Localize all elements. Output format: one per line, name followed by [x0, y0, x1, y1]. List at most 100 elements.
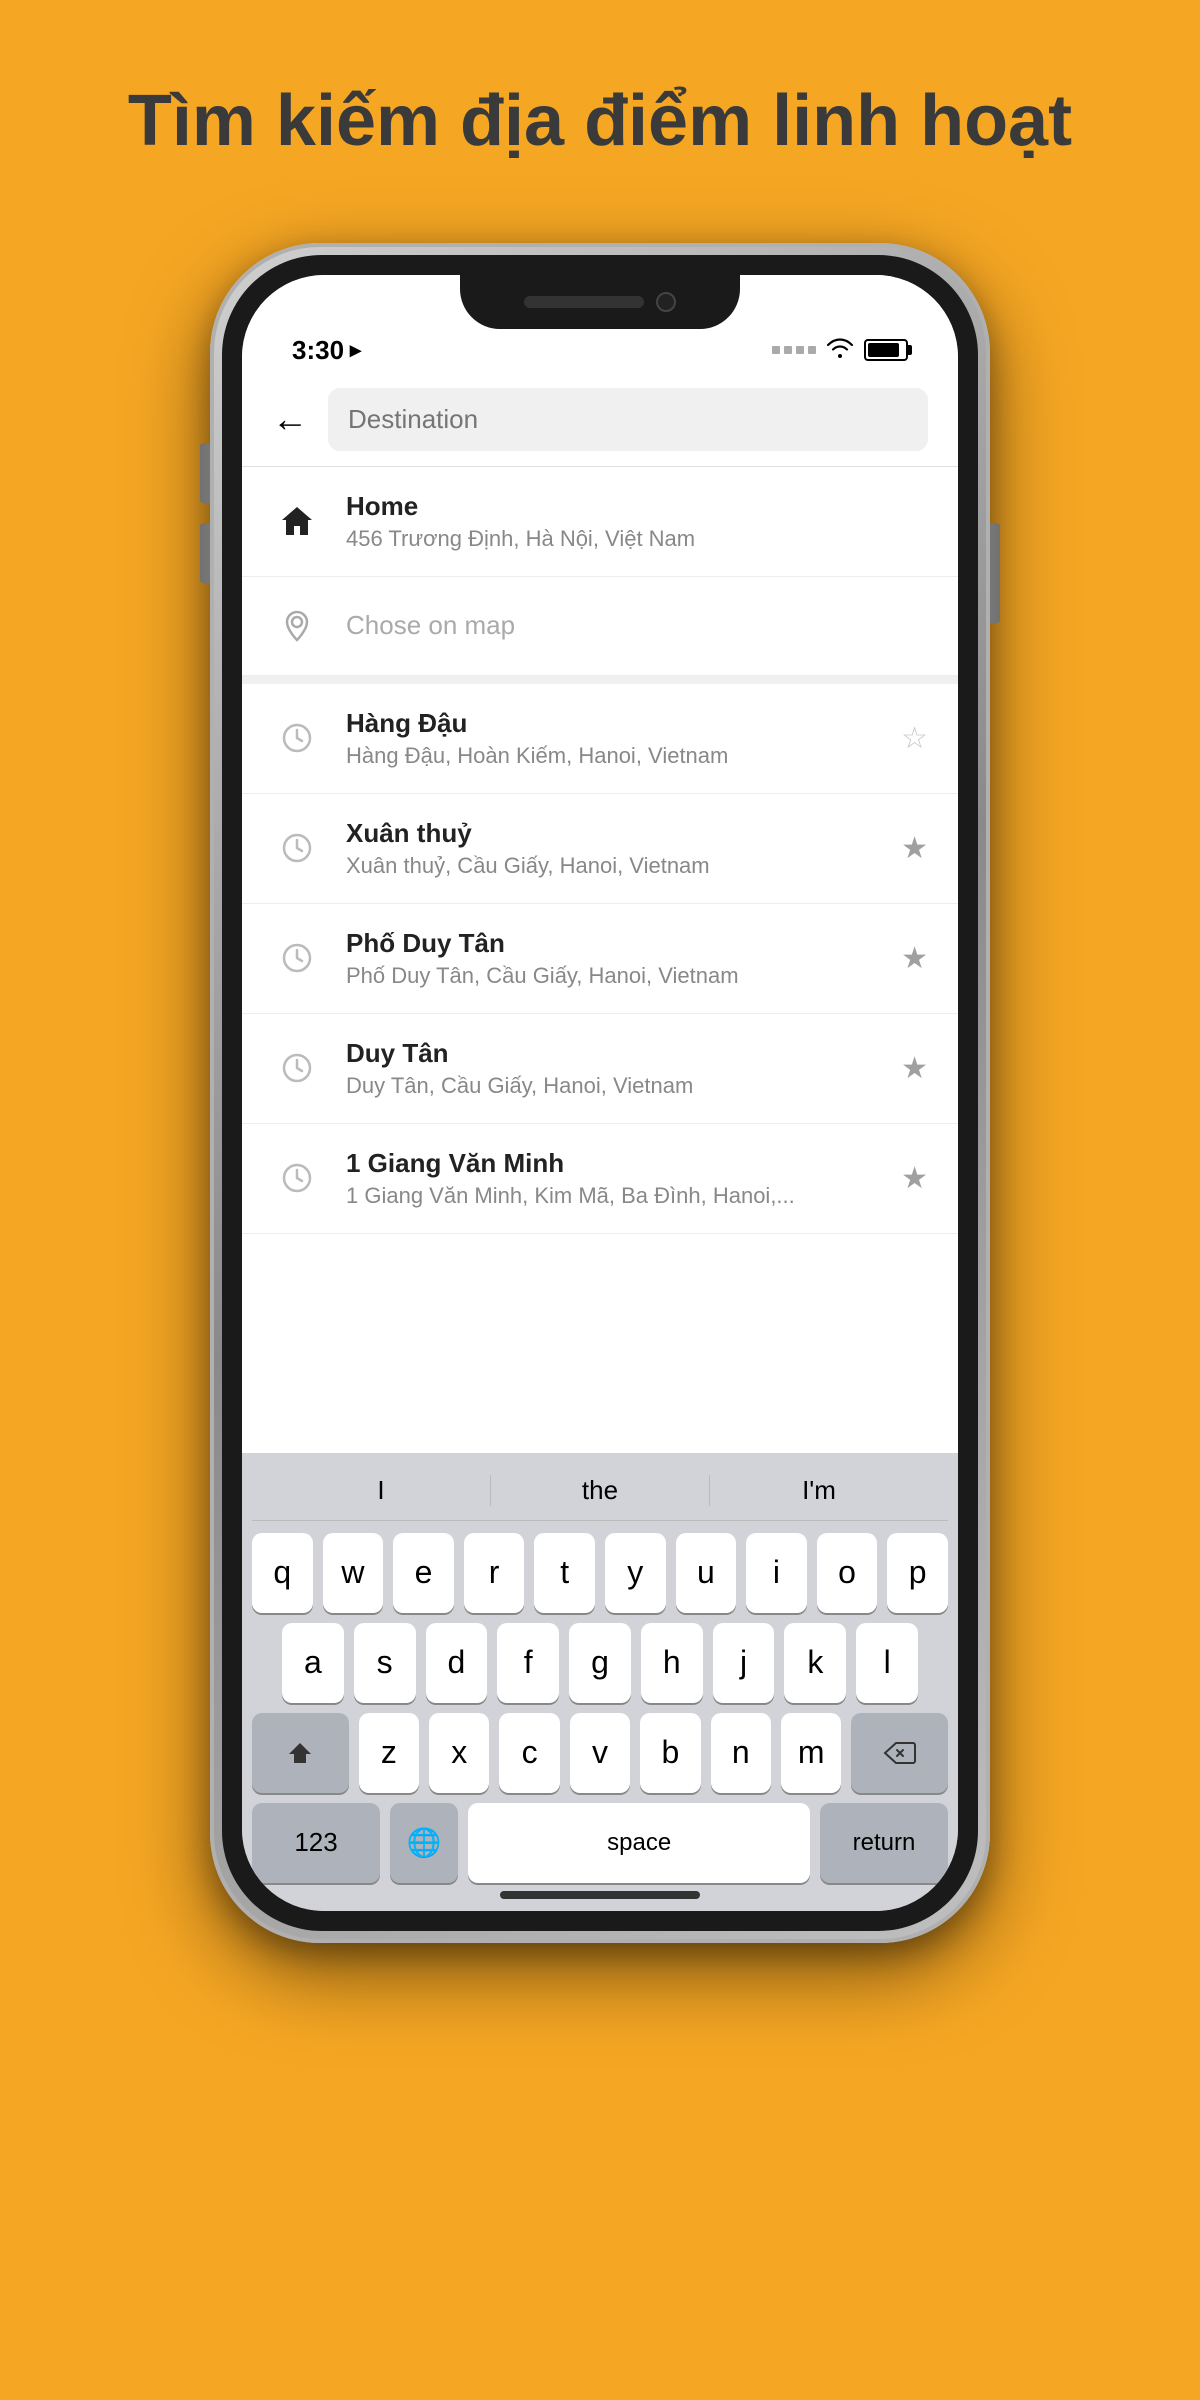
globe-icon: 🌐 — [407, 1826, 442, 1859]
home-location-text: Home 456 Trương Định, Hà Nội, Việt Nam — [346, 491, 928, 552]
keyboard-suggestions: I the I'm — [252, 1465, 948, 1521]
divider — [242, 676, 958, 684]
map-pin-icon — [272, 601, 322, 651]
keyboard-row-2: a s d f g h j k l — [252, 1623, 948, 1703]
hang-dau-address: Hàng Đậu, Hoàn Kiếm, Hanoi, Vietnam — [346, 743, 877, 769]
history-icon — [272, 823, 322, 873]
keyboard: I the I'm q w e r t y u i o — [242, 1453, 958, 1911]
list-item[interactable]: Phố Duy Tân Phố Duy Tân, Cầu Giấy, Hanoi… — [242, 904, 958, 1014]
key-h[interactable]: h — [641, 1623, 703, 1703]
location-list: Home 456 Trương Định, Hà Nội, Việt Nam — [242, 467, 958, 1453]
key-w[interactable]: w — [323, 1533, 384, 1613]
list-item[interactable]: Home 456 Trương Định, Hà Nội, Việt Nam — [242, 467, 958, 577]
phone-mockup: 3:30 ▸ — [210, 243, 990, 1943]
key-e[interactable]: e — [393, 1533, 454, 1613]
status-time: 3:30 ▸ — [292, 335, 361, 366]
history-icon — [272, 1043, 322, 1093]
map-location-text: Chose on map — [346, 610, 928, 641]
key-b[interactable]: b — [640, 1713, 700, 1793]
keyboard-row-1: q w e r t y u i o p — [252, 1533, 948, 1613]
phone-inner: 3:30 ▸ — [222, 255, 978, 1931]
key-u[interactable]: u — [676, 1533, 737, 1613]
list-item[interactable]: Duy Tân Duy Tân, Cầu Giấy, Hanoi, Vietna… — [242, 1014, 958, 1124]
key-z[interactable]: z — [359, 1713, 419, 1793]
key-y[interactable]: y — [605, 1533, 666, 1613]
list-item[interactable]: Chose on map — [242, 577, 958, 676]
key-q[interactable]: q — [252, 1533, 313, 1613]
star-icon[interactable]: ★ — [901, 941, 928, 976]
time-label: 3:30 — [292, 335, 344, 366]
xuan-thuy-text: Xuân thuỷ Xuân thuỷ, Cầu Giấy, Hanoi, Vi… — [346, 818, 877, 879]
list-item[interactable]: 1 Giang Văn Minh 1 Giang Văn Minh, Kim M… — [242, 1124, 958, 1234]
key-a[interactable]: a — [282, 1623, 344, 1703]
phone-frame: 3:30 ▸ — [210, 243, 990, 1943]
home-address: 456 Trương Định, Hà Nội, Việt Nam — [346, 526, 928, 552]
key-s[interactable]: s — [354, 1623, 416, 1703]
key-l[interactable]: l — [856, 1623, 918, 1703]
key-r[interactable]: r — [464, 1533, 525, 1613]
return-key[interactable]: return — [820, 1803, 948, 1883]
numbers-key[interactable]: 123 — [252, 1803, 380, 1883]
power-button — [990, 523, 1000, 623]
notch — [460, 275, 740, 329]
key-t[interactable]: t — [534, 1533, 595, 1613]
side-buttons-left — [200, 443, 210, 583]
list-item[interactable]: Hàng Đậu Hàng Đậu, Hoàn Kiếm, Hanoi, Vie… — [242, 684, 958, 794]
star-icon[interactable]: ★ — [901, 831, 928, 866]
destination-input[interactable] — [328, 388, 928, 451]
home-indicator — [500, 1891, 700, 1899]
back-button[interactable]: ← — [272, 398, 308, 440]
suggestion-im[interactable]: I'm — [710, 1475, 928, 1506]
status-icons — [772, 336, 908, 364]
backspace-key[interactable] — [851, 1713, 948, 1793]
speaker — [524, 296, 644, 308]
pho-duy-tan-address: Phố Duy Tân, Cầu Giấy, Hanoi, Vietnam — [346, 963, 877, 989]
signal-icon — [772, 346, 816, 354]
key-o[interactable]: o — [817, 1533, 878, 1613]
giang-van-minh-address: 1 Giang Văn Minh, Kim Mã, Ba Đình, Hanoi… — [346, 1183, 877, 1209]
keyboard-row-3: z x c v b n m — [252, 1713, 948, 1793]
history-icon — [272, 713, 322, 763]
key-j[interactable]: j — [713, 1623, 775, 1703]
xuan-thuy-address: Xuân thuỷ, Cầu Giấy, Hanoi, Vietnam — [346, 853, 877, 879]
location-arrow-icon: ▸ — [350, 337, 361, 363]
pho-duy-tan-text: Phố Duy Tân Phố Duy Tân, Cầu Giấy, Hanoi… — [346, 928, 877, 989]
volume-up-button — [200, 443, 210, 503]
key-k[interactable]: k — [784, 1623, 846, 1703]
suggestion-the[interactable]: the — [491, 1475, 710, 1506]
home-icon — [272, 496, 322, 546]
key-i[interactable]: i — [746, 1533, 807, 1613]
suggestion-i[interactable]: I — [272, 1475, 491, 1506]
key-x[interactable]: x — [429, 1713, 489, 1793]
key-m[interactable]: m — [781, 1713, 841, 1793]
camera — [656, 292, 676, 312]
search-bar: ← — [242, 378, 958, 467]
key-v[interactable]: v — [570, 1713, 630, 1793]
volume-down-button — [200, 523, 210, 583]
key-n[interactable]: n — [711, 1713, 771, 1793]
pho-duy-tan-name: Phố Duy Tân — [346, 928, 877, 959]
globe-key[interactable]: 🌐 — [390, 1803, 458, 1883]
battery-icon — [864, 339, 908, 361]
key-f[interactable]: f — [497, 1623, 559, 1703]
xuan-thuy-name: Xuân thuỷ — [346, 818, 877, 849]
hang-dau-text: Hàng Đậu Hàng Đậu, Hoàn Kiếm, Hanoi, Vie… — [346, 708, 877, 769]
duy-tan-address: Duy Tân, Cầu Giấy, Hanoi, Vietnam — [346, 1073, 877, 1099]
key-c[interactable]: c — [499, 1713, 559, 1793]
star-icon[interactable]: ☆ — [901, 721, 928, 756]
history-icon — [272, 933, 322, 983]
space-key[interactable]: space — [468, 1803, 810, 1883]
key-p[interactable]: p — [887, 1533, 948, 1613]
giang-van-minh-text: 1 Giang Văn Minh 1 Giang Văn Minh, Kim M… — [346, 1148, 877, 1209]
key-g[interactable]: g — [569, 1623, 631, 1703]
duy-tan-text: Duy Tân Duy Tân, Cầu Giấy, Hanoi, Vietna… — [346, 1038, 877, 1099]
wifi-icon — [826, 336, 854, 364]
list-item[interactable]: Xuân thuỷ Xuân thuỷ, Cầu Giấy, Hanoi, Vi… — [242, 794, 958, 904]
shift-key[interactable] — [252, 1713, 349, 1793]
star-icon[interactable]: ★ — [901, 1161, 928, 1196]
history-icon — [272, 1153, 322, 1203]
map-name: Chose on map — [346, 610, 928, 641]
key-d[interactable]: d — [426, 1623, 488, 1703]
giang-van-minh-name: 1 Giang Văn Minh — [346, 1148, 877, 1179]
star-icon[interactable]: ★ — [901, 1051, 928, 1086]
